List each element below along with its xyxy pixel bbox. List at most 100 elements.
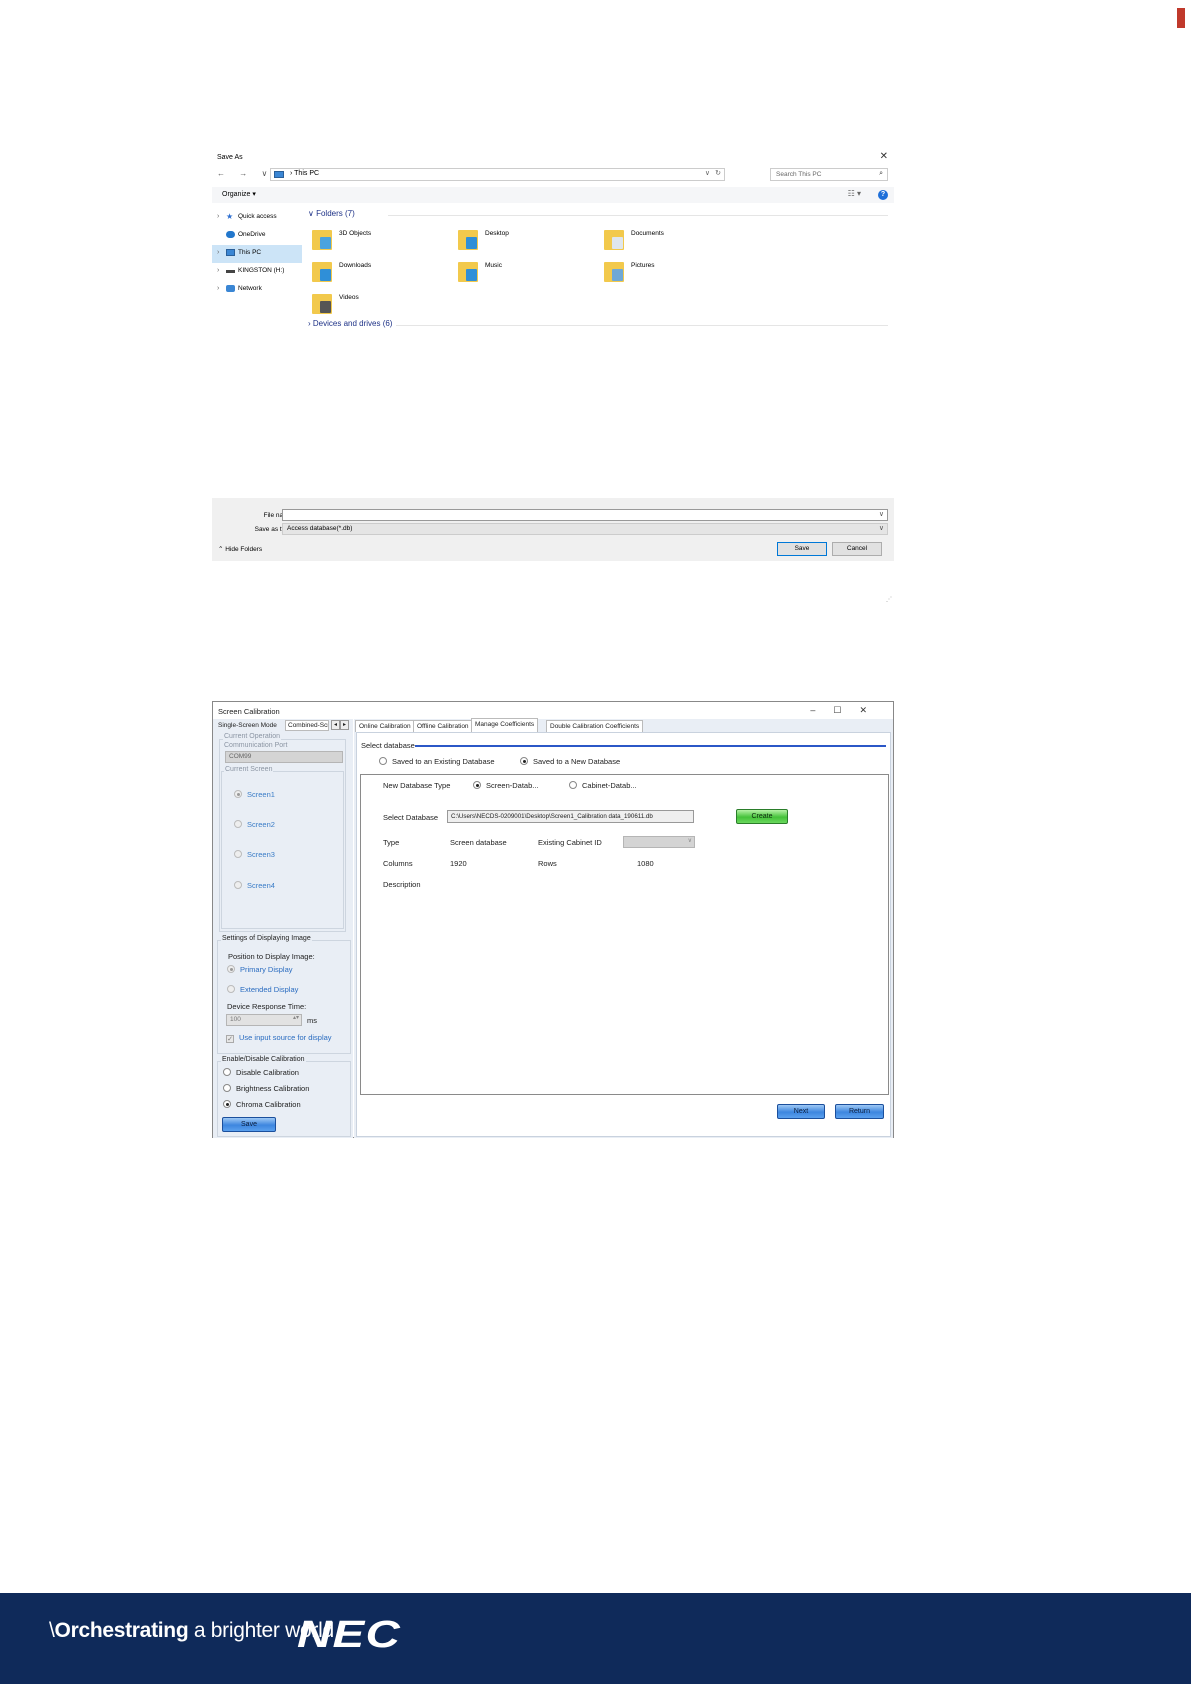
input-source-checkbox[interactable]: ✓ Use input source for display — [226, 1033, 332, 1043]
search-icon[interactable]: ⌕ — [879, 170, 883, 178]
screen-radio-2[interactable]: Screen2 — [234, 820, 275, 829]
footer-banner: \Orchestrating a brighter world NEC — [0, 1593, 1191, 1684]
tab-single-screen-mode[interactable]: Single-Screen Mode — [215, 720, 280, 731]
sidebar-item-kingston[interactable]: › KINGSTON (H:) — [212, 263, 302, 281]
radio-icon — [234, 850, 242, 858]
folder-music[interactable]: Music — [458, 260, 588, 286]
folder-label: Documents — [631, 230, 664, 237]
tab-scroll-right-icon[interactable]: ▸ — [340, 720, 349, 730]
folder-videos-overlay — [320, 301, 331, 313]
address-bar[interactable]: › This PC ∨ ↻ — [270, 168, 725, 181]
chevron-down-icon[interactable]: ∨ — [879, 524, 884, 532]
response-time-stepper[interactable]: 100 ▴▾ — [226, 1014, 302, 1026]
save-button[interactable]: Save — [777, 542, 827, 556]
radio-icon — [520, 757, 528, 765]
sidebar-item-this-pc[interactable]: › This PC — [212, 245, 302, 263]
usb-drive-icon — [226, 270, 235, 273]
chevron-right-icon[interactable]: › — [217, 209, 219, 225]
refresh-icon[interactable]: ↻ — [715, 169, 721, 177]
folder-icon — [458, 260, 478, 282]
select-database-title: Select database — [361, 741, 415, 750]
chroma-calibration-radio[interactable]: Chroma Calibration — [223, 1100, 301, 1109]
sidebar-item-network[interactable]: › Network — [212, 281, 302, 299]
tab-double-calibration-coefficients[interactable]: Double Calibration Coefficients — [546, 720, 644, 732]
sidebar-item-quick-access[interactable]: › ★ Quick access — [212, 209, 302, 227]
create-button[interactable]: Create — [736, 809, 788, 824]
search-input[interactable]: Search This PC ⌕ — [770, 168, 888, 181]
tab-manage-coefficients[interactable]: Manage Coefficients — [471, 718, 539, 732]
screen-radio-1[interactable]: Screen1 — [234, 790, 275, 799]
tab-scroll-left-icon[interactable]: ◂ — [331, 720, 340, 730]
folder-documents[interactable]: Documents — [604, 228, 734, 254]
close-icon[interactable]: ✕ — [880, 151, 888, 162]
radio-icon — [227, 965, 235, 973]
resize-grip-icon[interactable]: ⋰ — [886, 596, 892, 603]
file-name-input[interactable]: ∨ — [282, 509, 888, 521]
folder-pictures[interactable]: Pictures — [604, 260, 734, 286]
screen-radio-3[interactable]: Screen3 — [234, 850, 275, 859]
folder-3d-objects[interactable]: 3D Objects — [312, 228, 442, 254]
view-options-icon[interactable]: ☷ ▾ — [848, 189, 861, 198]
chevron-right-icon[interactable]: › — [217, 245, 219, 261]
tab-online-calibration[interactable]: Online Calibration — [355, 720, 415, 732]
radio-label: Screen4 — [247, 881, 275, 890]
screen-database-radio[interactable]: Screen-Datab... — [473, 781, 539, 790]
extended-display-radio[interactable]: Extended Display — [227, 985, 298, 994]
tab-offline-calibration[interactable]: Offline Calibration — [413, 720, 473, 732]
brightness-calibration-radio[interactable]: Brightness Calibration — [223, 1084, 309, 1093]
rows-label: Rows — [538, 859, 557, 868]
save-type-value: Access database(*.db) — [287, 525, 353, 532]
cabinet-database-radio[interactable]: Cabinet-Datab... — [569, 781, 637, 790]
divider — [388, 215, 888, 216]
description-label: Description — [383, 880, 421, 889]
cancel-button[interactable]: Cancel — [832, 542, 882, 556]
chevron-down-icon[interactable]: ∨ — [879, 510, 884, 518]
organize-button[interactable]: Organize ▾ — [222, 190, 256, 198]
folder-videos[interactable]: Videos — [312, 292, 442, 318]
stepper-arrows-icon[interactable]: ▴▾ — [293, 1014, 299, 1021]
disable-calibration-radio[interactable]: Disable Calibration — [223, 1068, 299, 1077]
radio-label: Chroma Calibration — [236, 1100, 301, 1109]
primary-display-radio[interactable]: Primary Display — [227, 965, 293, 974]
save-calibration-button[interactable]: Save — [222, 1117, 276, 1132]
star-icon: ★ — [226, 212, 234, 221]
drives-group-header[interactable]: › Devices and drives (6) — [308, 319, 888, 331]
next-button[interactable]: Next — [777, 1104, 825, 1119]
checkbox-icon: ✓ — [226, 1035, 234, 1043]
chevron-right-icon[interactable]: › — [217, 281, 219, 297]
window-controls[interactable]: –☐✕ — [810, 705, 885, 716]
existing-database-radio[interactable]: Saved to an Existing Database — [379, 757, 495, 766]
chevron-right-icon[interactable]: › — [217, 263, 219, 279]
folder-downloads[interactable]: Downloads — [312, 260, 442, 286]
radio-icon — [379, 757, 387, 765]
breadcrumb[interactable]: › This PC — [290, 170, 319, 177]
radio-label: Screen1 — [247, 790, 275, 799]
window-title: Screen Calibration — [218, 707, 280, 716]
folder-downloads-overlay — [320, 269, 331, 281]
response-time-value: 100 — [230, 1016, 241, 1023]
save-type-select[interactable]: Access database(*.db) ∨ — [282, 523, 888, 535]
hide-folders-button[interactable]: ⌃ Hide Folders — [218, 545, 262, 553]
new-database-radio[interactable]: Saved to a New Database — [520, 757, 620, 766]
folder-desktop[interactable]: Desktop — [458, 228, 588, 254]
radio-icon — [473, 781, 481, 789]
file-list: ∨ Folders (7) 3D Objects Desktop Documen… — [308, 209, 888, 331]
radio-icon — [234, 881, 242, 889]
return-button[interactable]: Return — [835, 1104, 884, 1119]
screen-radio-4[interactable]: Screen4 — [234, 881, 275, 890]
help-icon[interactable]: ? — [878, 190, 888, 200]
folder-icon — [312, 228, 332, 250]
folders-group-header[interactable]: ∨ Folders (7) — [308, 209, 888, 221]
chevron-down-icon[interactable]: ∨ — [705, 169, 710, 177]
communication-port-select: COM99 — [225, 751, 343, 763]
divider — [396, 325, 888, 326]
sidebar-item-onedrive[interactable]: OneDrive — [212, 227, 302, 245]
radio-label: Screen2 — [247, 820, 275, 829]
database-path-field[interactable]: C:\Users\NECDS-0209001\Desktop\Screen1_C… — [447, 810, 694, 823]
sidebar-item-label: KINGSTON (H:) — [238, 267, 285, 274]
tab-combined-screen-mode[interactable]: Combined-Screen Mode — [285, 720, 329, 731]
cabinet-id-label: Existing Cabinet ID — [538, 838, 602, 847]
nec-logo: NEC — [297, 1614, 402, 1656]
columns-label: Columns — [383, 859, 413, 868]
folder-label: Music — [485, 262, 502, 269]
